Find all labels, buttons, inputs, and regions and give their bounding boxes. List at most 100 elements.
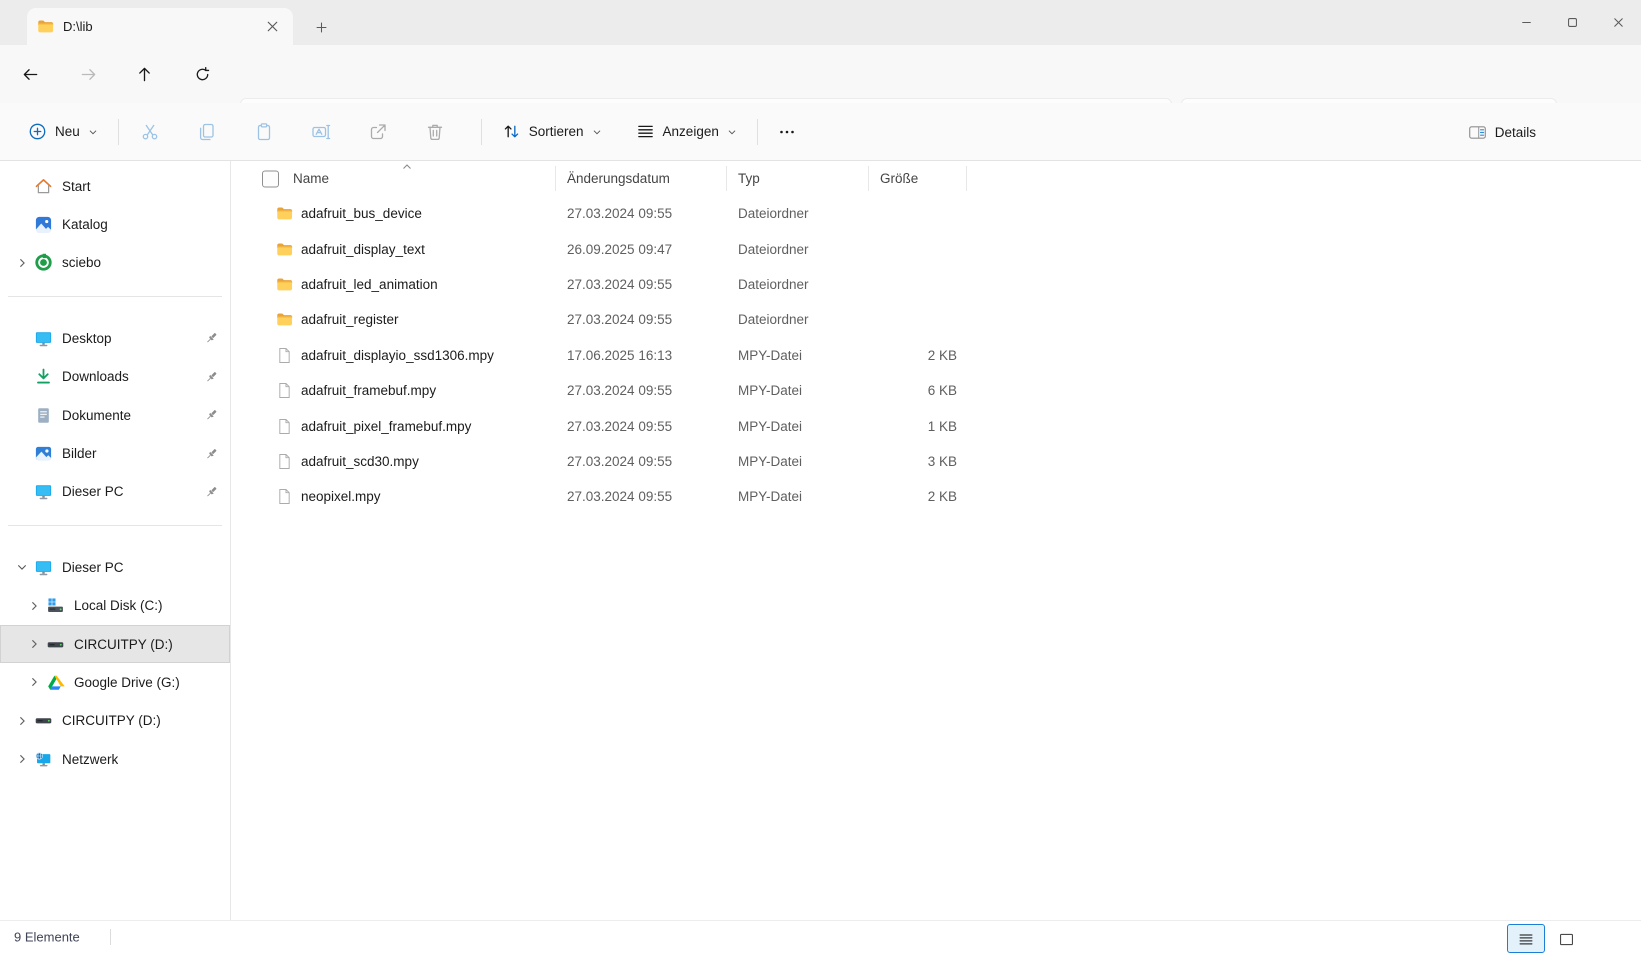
file-size: 6 KB [869, 383, 967, 398]
chevron-right-icon[interactable] [23, 638, 45, 650]
sort-button-label: Sortieren [529, 124, 584, 139]
sidebar-item-netzwerk[interactable]: Netzwerk [0, 740, 230, 778]
file-type: Dateiordner [727, 312, 869, 327]
up-button[interactable] [128, 58, 160, 90]
sidebar-item-sciebo[interactable]: sciebo [0, 244, 230, 282]
sidebar-item-dokumente[interactable]: Dokumente [0, 396, 230, 434]
paste-button[interactable] [243, 114, 285, 150]
table-row[interactable]: adafruit_scd30.mpy27.03.2024 09:55MPY-Da… [231, 444, 1641, 479]
chevron-down-icon [592, 127, 602, 137]
file-date: 27.03.2024 09:55 [556, 277, 727, 292]
table-row[interactable]: adafruit_pixel_framebuf.mpy 27.03.2024 09… [231, 408, 1641, 443]
toolbar-separator [118, 119, 119, 145]
copy-icon [197, 122, 217, 142]
table-row[interactable]: adafruit_framebuf.mpy27.03.2024 09:55MPY… [231, 373, 1641, 408]
monitor-icon [33, 482, 53, 501]
file-name: adafruit_displayio_ssd1306.mpy [301, 348, 494, 363]
refresh-button[interactable] [186, 58, 218, 90]
close-icon [264, 18, 281, 35]
sidebar-item-bilder[interactable]: Bilder [0, 434, 230, 472]
column-header-name[interactable]: Name [231, 161, 556, 196]
details-pane-button[interactable]: Details [1458, 114, 1546, 150]
details-view-toggle[interactable] [1507, 924, 1545, 953]
forward-button[interactable] [72, 58, 104, 90]
table-row[interactable]: adafruit_bus_device27.03.2024 09:55Datei… [231, 196, 1641, 231]
file-name: adafruit_framebuf.mpy [301, 383, 436, 398]
sidebar-item-google-drive-g[interactable]: Google Drive (G:) [0, 663, 230, 701]
minimize-button[interactable] [1503, 0, 1549, 45]
file-type: Dateiordner [727, 277, 869, 292]
explorer-tab[interactable]: D:\lib [27, 8, 293, 45]
column-header-date[interactable]: Änderungsdatum [556, 161, 727, 196]
tab-close-button[interactable] [259, 14, 285, 40]
sidebar-item-local-disk-c[interactable]: Local Disk (C:) [0, 587, 230, 625]
status-bar: 9 Elemente [0, 920, 1641, 952]
monitor-icon [33, 558, 53, 577]
sidebar-item-dieser-pc[interactable]: Dieser PC [0, 548, 230, 586]
file-type: MPY-Datei [727, 348, 869, 363]
table-row[interactable]: adafruit_led_animation27.03.2024 09:55Da… [231, 267, 1641, 302]
table-row[interactable]: neopixel.mpy27.03.2024 09:55MPY-Datei2 K… [231, 479, 1641, 514]
sidebar-item-label: CIRCUITPY (D:) [62, 713, 161, 728]
rename-icon [311, 122, 331, 142]
sidebar-item-start[interactable]: Start [0, 167, 230, 205]
drive-icon [33, 711, 53, 730]
delete-button[interactable] [414, 114, 456, 150]
sidebar-item-dieser-pc[interactable]: Dieser PC [0, 473, 230, 511]
rename-button[interactable] [300, 114, 342, 150]
file-icon [276, 488, 293, 505]
chevron-right-icon[interactable] [11, 257, 33, 269]
new-tab-button[interactable] [308, 15, 334, 39]
file-list: adafruit_bus_device27.03.2024 09:55Datei… [231, 196, 1641, 515]
new-button[interactable]: Neu [18, 114, 108, 150]
sidebar-item-circuitpy-d[interactable]: CIRCUITPY (D:) [0, 625, 230, 663]
copy-button[interactable] [186, 114, 228, 150]
back-button[interactable] [14, 58, 46, 90]
pin-icon [204, 408, 219, 423]
drive-icon [45, 635, 65, 654]
file-icon [276, 382, 293, 399]
file-date: 27.03.2024 09:55 [556, 419, 727, 434]
column-header-type[interactable]: Typ [727, 161, 869, 196]
folder-icon [276, 205, 293, 222]
table-row[interactable]: adafruit_displayio_ssd1306.mpy17.06.2025… [231, 338, 1641, 373]
sidebar-item-label: Dieser PC [62, 560, 124, 575]
view-button-label: Anzeigen [663, 124, 719, 139]
column-header-size[interactable]: Größe [869, 161, 967, 196]
share-button[interactable] [357, 114, 399, 150]
close-icon [1611, 15, 1626, 30]
maximize-button[interactable] [1549, 0, 1595, 45]
column-header-label: Name [293, 171, 329, 186]
more-options-button[interactable] [768, 114, 806, 150]
pin-icon [204, 331, 219, 346]
file-explorer-window: D:\lib Dieser PC CIRCUITPY (D:) lib [0, 0, 1641, 952]
chevron-right-icon[interactable] [11, 753, 33, 765]
chevron-down-icon[interactable] [11, 561, 33, 573]
list-view-icon [1517, 930, 1535, 948]
table-row[interactable]: adafruit_display_text26.09.2025 09:47Dat… [231, 231, 1641, 266]
large-icons-view-toggle[interactable] [1554, 928, 1578, 950]
sort-button[interactable]: Sortieren [492, 114, 612, 150]
close-window-button[interactable] [1595, 0, 1641, 45]
toolbar-separator [481, 119, 482, 145]
pictures-icon [33, 444, 53, 463]
file-name: adafruit_pixel_framebuf.mpy [301, 419, 471, 434]
sidebar-item-label: CIRCUITPY (D:) [74, 637, 173, 652]
chevron-right-icon[interactable] [23, 600, 45, 612]
sidebar-item-downloads[interactable]: Downloads [0, 358, 230, 396]
table-row[interactable]: adafruit_register27.03.2024 09:55Dateior… [231, 302, 1641, 337]
file-size: 2 KB [869, 348, 967, 363]
chevron-down-icon [88, 127, 98, 137]
sidebar-item-desktop[interactable]: Desktop [0, 319, 230, 357]
sidebar-item-circuitpy-d[interactable]: CIRCUITPY (D:) [0, 702, 230, 740]
refresh-icon [194, 66, 211, 83]
select-all-checkbox[interactable] [262, 170, 279, 187]
sidebar-item-katalog[interactable]: Katalog [0, 205, 230, 243]
chevron-right-icon[interactable] [23, 676, 45, 688]
tab-title: D:\lib [63, 19, 259, 34]
chevron-right-icon[interactable] [11, 715, 33, 727]
sidebar-item-label: Dieser PC [62, 484, 124, 499]
cut-button[interactable] [129, 114, 171, 150]
view-button[interactable]: Anzeigen [626, 114, 747, 150]
file-size: 3 KB [869, 454, 967, 469]
